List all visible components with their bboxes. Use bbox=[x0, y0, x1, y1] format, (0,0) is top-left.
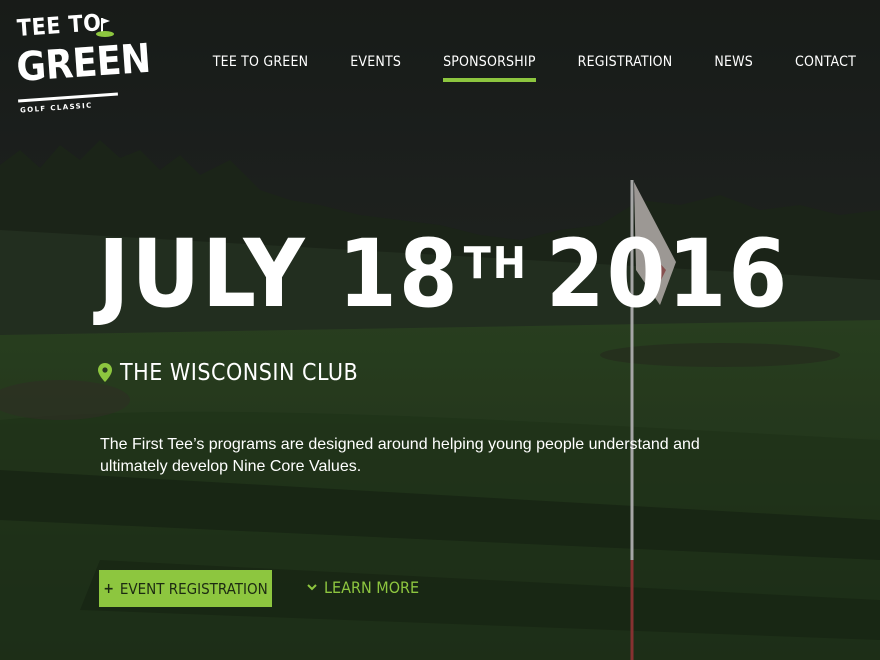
event-venue: THE WISCONSIN CLUB bbox=[98, 360, 358, 386]
map-pin-icon bbox=[98, 363, 112, 382]
main-nav: TEE TO GREEN EVENTS SPONSORSHIP REGISTRA… bbox=[171, 54, 856, 82]
nav-item-contact[interactable]: CONTACT bbox=[795, 54, 856, 76]
chevron-down-icon bbox=[307, 584, 317, 591]
dark-overlay bbox=[0, 0, 880, 660]
golf-flag-icon bbox=[96, 18, 114, 37]
event-registration-label: EVENT REGISTRATION bbox=[119, 579, 268, 598]
event-date-year: 2016 bbox=[545, 220, 790, 329]
learn-more-button[interactable]: LEARN MORE bbox=[307, 578, 419, 597]
venue-name: THE WISCONSIN CLUB bbox=[120, 360, 359, 386]
event-date-main: JULY 18 bbox=[98, 220, 460, 329]
event-description: The First Tee’s programs are designed ar… bbox=[100, 436, 700, 475]
learn-more-label: LEARN MORE bbox=[324, 578, 420, 597]
logo-line-1: TEE TO bbox=[16, 10, 103, 42]
nav-item-events[interactable]: EVENTS bbox=[350, 54, 401, 76]
logo-line-2: GREEN bbox=[15, 35, 152, 91]
nav-item-registration[interactable]: REGISTRATION bbox=[578, 54, 673, 76]
nav-item-news[interactable]: NEWS bbox=[714, 54, 753, 76]
event-date: JULY 18TH 2016 bbox=[98, 228, 789, 322]
logo-tagline: GOLF CLASSIC bbox=[19, 101, 93, 115]
event-date-suffix: TH bbox=[463, 238, 528, 289]
site-logo[interactable]: TEE TO GREEN GOLF CLASSIC bbox=[15, 10, 152, 116]
nav-item-tee-to-green[interactable]: TEE TO GREEN bbox=[213, 54, 308, 76]
hero-section: TEE TO GREEN GOLF CLASSIC TEE TO GREEN E… bbox=[0, 0, 880, 660]
event-registration-button[interactable]: + EVENT REGISTRATION bbox=[99, 570, 272, 607]
nav-item-sponsorship[interactable]: SPONSORSHIP bbox=[443, 54, 536, 82]
plus-icon: + bbox=[103, 580, 114, 597]
logo-divider bbox=[18, 92, 118, 103]
